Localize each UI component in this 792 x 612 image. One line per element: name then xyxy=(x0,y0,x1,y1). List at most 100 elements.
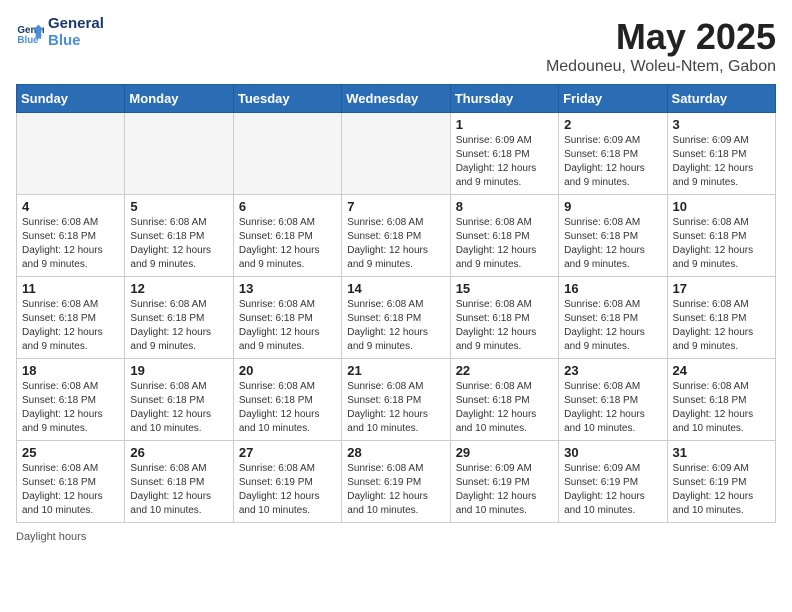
calendar-header-monday: Monday xyxy=(125,85,233,113)
calendar-cell: 13 Sunrise: 6:08 AM Sunset: 6:18 PM Dayli… xyxy=(233,277,341,359)
calendar-cell: 5 Sunrise: 6:08 AM Sunset: 6:18 PM Daylig… xyxy=(125,195,233,277)
day-number: 17 xyxy=(673,281,770,296)
day-number: 23 xyxy=(564,363,661,378)
calendar-week-row: 25 Sunrise: 6:08 AM Sunset: 6:18 PM Dayli… xyxy=(17,441,776,523)
calendar-cell: 23 Sunrise: 6:08 AM Sunset: 6:18 PM Dayli… xyxy=(559,359,667,441)
day-info: Sunrise: 6:08 AM Sunset: 6:18 PM Dayligh… xyxy=(22,462,119,518)
day-info: Sunrise: 6:08 AM Sunset: 6:18 PM Dayligh… xyxy=(347,216,444,272)
day-info: Sunrise: 6:08 AM Sunset: 6:18 PM Dayligh… xyxy=(22,216,119,272)
calendar-header-saturday: Saturday xyxy=(667,85,775,113)
day-number: 9 xyxy=(564,199,661,214)
day-number: 29 xyxy=(456,445,553,460)
day-info: Sunrise: 6:08 AM Sunset: 6:18 PM Dayligh… xyxy=(673,298,770,354)
day-info: Sunrise: 6:08 AM Sunset: 6:18 PM Dayligh… xyxy=(239,216,336,272)
day-info: Sunrise: 6:09 AM Sunset: 6:18 PM Dayligh… xyxy=(564,134,661,190)
calendar-header-thursday: Thursday xyxy=(450,85,558,113)
calendar-cell: 4 Sunrise: 6:08 AM Sunset: 6:18 PM Daylig… xyxy=(17,195,125,277)
calendar-cell: 21 Sunrise: 6:08 AM Sunset: 6:18 PM Dayli… xyxy=(342,359,450,441)
calendar-cell: 28Sunrise: 6:08 AM Sunset: 6:19 PM Dayli… xyxy=(342,441,450,523)
day-info: Sunrise: 6:08 AM Sunset: 6:18 PM Dayligh… xyxy=(564,216,661,272)
calendar-cell: 8 Sunrise: 6:08 AM Sunset: 6:18 PM Daylig… xyxy=(450,195,558,277)
day-number: 8 xyxy=(456,199,553,214)
calendar-cell: 25 Sunrise: 6:08 AM Sunset: 6:18 PM Dayli… xyxy=(17,441,125,523)
day-number: 22 xyxy=(456,363,553,378)
calendar-cell: 27Sunrise: 6:08 AM Sunset: 6:19 PM Dayli… xyxy=(233,441,341,523)
day-info: Sunrise: 6:08 AM Sunset: 6:19 PM Dayligh… xyxy=(347,462,444,518)
logo: General Blue General Blue xyxy=(16,16,104,49)
calendar-cell: 29Sunrise: 6:09 AM Sunset: 6:19 PM Dayli… xyxy=(450,441,558,523)
month-title: May 2025 xyxy=(546,16,776,58)
day-number: 20 xyxy=(239,363,336,378)
day-info: Sunrise: 6:08 AM Sunset: 6:18 PM Dayligh… xyxy=(239,380,336,436)
day-info: Sunrise: 6:08 AM Sunset: 6:19 PM Dayligh… xyxy=(239,462,336,518)
day-number: 6 xyxy=(239,199,336,214)
day-number: 15 xyxy=(456,281,553,296)
day-info: Sunrise: 6:08 AM Sunset: 6:18 PM Dayligh… xyxy=(130,380,227,436)
day-info: Sunrise: 6:08 AM Sunset: 6:18 PM Dayligh… xyxy=(130,462,227,518)
day-number: 13 xyxy=(239,281,336,296)
day-info: Sunrise: 6:08 AM Sunset: 6:18 PM Dayligh… xyxy=(239,298,336,354)
calendar-week-row: 1 Sunrise: 6:09 AM Sunset: 6:18 PM Daylig… xyxy=(17,113,776,195)
day-info: Sunrise: 6:08 AM Sunset: 6:18 PM Dayligh… xyxy=(673,380,770,436)
day-number: 2 xyxy=(564,117,661,132)
calendar-cell: 14Sunrise: 6:08 AM Sunset: 6:18 PM Dayli… xyxy=(342,277,450,359)
location-title: Medouneu, Woleu-Ntem, Gabon xyxy=(546,58,776,76)
day-number: 14 xyxy=(347,281,444,296)
day-number: 25 xyxy=(22,445,119,460)
calendar-cell: 22 Sunrise: 6:08 AM Sunset: 6:18 PM Dayli… xyxy=(450,359,558,441)
day-info: Sunrise: 6:08 AM Sunset: 6:18 PM Dayligh… xyxy=(564,298,661,354)
footer-note: Daylight hours xyxy=(16,531,776,543)
day-info: Sunrise: 6:08 AM Sunset: 6:18 PM Dayligh… xyxy=(456,216,553,272)
calendar-cell: 2 Sunrise: 6:09 AM Sunset: 6:18 PM Daylig… xyxy=(559,113,667,195)
day-number: 4 xyxy=(22,199,119,214)
calendar-cell: 11 Sunrise: 6:08 AM Sunset: 6:18 PM Dayli… xyxy=(17,277,125,359)
logo-general: General xyxy=(48,16,104,33)
calendar-cell xyxy=(17,113,125,195)
calendar-cell xyxy=(342,113,450,195)
day-info: Sunrise: 6:08 AM Sunset: 6:18 PM Dayligh… xyxy=(347,380,444,436)
calendar-cell: 18Sunrise: 6:08 AM Sunset: 6:18 PM Dayli… xyxy=(17,359,125,441)
day-number: 5 xyxy=(130,199,227,214)
day-number: 18 xyxy=(22,363,119,378)
day-info: Sunrise: 6:08 AM Sunset: 6:18 PM Dayligh… xyxy=(456,380,553,436)
day-number: 1 xyxy=(456,117,553,132)
calendar-header-wednesday: Wednesday xyxy=(342,85,450,113)
calendar-cell: 15 Sunrise: 6:08 AM Sunset: 6:18 PM Dayli… xyxy=(450,277,558,359)
calendar-cell: 26 Sunrise: 6:08 AM Sunset: 6:18 PM Dayli… xyxy=(125,441,233,523)
day-number: 19 xyxy=(130,363,227,378)
day-number: 24 xyxy=(673,363,770,378)
calendar-table: SundayMondayTuesdayWednesdayThursdayFrid… xyxy=(16,84,776,523)
day-info: Sunrise: 6:08 AM Sunset: 6:18 PM Dayligh… xyxy=(22,298,119,354)
day-number: 11 xyxy=(22,281,119,296)
logo-blue: Blue xyxy=(48,33,104,50)
calendar-week-row: 18 Sunrise: 6:08 AM Sunset: 6:18 PM Dayli… xyxy=(17,359,776,441)
day-number: 12 xyxy=(130,281,227,296)
day-number: 16 xyxy=(564,281,661,296)
day-info: Sunrise: 6:08 AM Sunset: 6:18 PM Dayligh… xyxy=(456,298,553,354)
calendar-cell: 19 Sunrise: 6:08 AM Sunset: 6:18 PM Dayli… xyxy=(125,359,233,441)
calendar-header-friday: Friday xyxy=(559,85,667,113)
title-area: May 2025 Medouneu, Woleu-Ntem, Gabon xyxy=(546,16,776,76)
day-info: Sunrise: 6:09 AM Sunset: 6:18 PM Dayligh… xyxy=(456,134,553,190)
calendar-cell: 24 Sunrise: 6:08 AM Sunset: 6:18 PM Dayli… xyxy=(667,359,775,441)
calendar-cell: 30Sunrise: 6:09 AM Sunset: 6:19 PM Dayli… xyxy=(559,441,667,523)
day-number: 21 xyxy=(347,363,444,378)
calendar-cell xyxy=(125,113,233,195)
calendar-cell: 16 Sunrise: 6:08 AM Sunset: 6:18 PM Dayli… xyxy=(559,277,667,359)
calendar-week-row: 4 Sunrise: 6:08 AM Sunset: 6:18 PM Daylig… xyxy=(17,195,776,277)
day-info: Sunrise: 6:09 AM Sunset: 6:19 PM Dayligh… xyxy=(564,462,661,518)
calendar-header-tuesday: Tuesday xyxy=(233,85,341,113)
calendar-cell: 10 Sunrise: 6:08 AM Sunset: 6:18 PM Dayli… xyxy=(667,195,775,277)
calendar-cell: 17 Sunrise: 6:08 AM Sunset: 6:18 PM Dayli… xyxy=(667,277,775,359)
day-info: Sunrise: 6:08 AM Sunset: 6:18 PM Dayligh… xyxy=(673,216,770,272)
day-number: 3 xyxy=(673,117,770,132)
day-info: Sunrise: 6:08 AM Sunset: 6:18 PM Dayligh… xyxy=(130,216,227,272)
day-number: 7 xyxy=(347,199,444,214)
day-info: Sunrise: 6:09 AM Sunset: 6:19 PM Dayligh… xyxy=(673,462,770,518)
day-info: Sunrise: 6:08 AM Sunset: 6:18 PM Dayligh… xyxy=(564,380,661,436)
calendar-header-row: SundayMondayTuesdayWednesdayThursdayFrid… xyxy=(17,85,776,113)
calendar-cell: 6 Sunrise: 6:08 AM Sunset: 6:18 PM Daylig… xyxy=(233,195,341,277)
day-number: 26 xyxy=(130,445,227,460)
calendar-cell: 31Sunrise: 6:09 AM Sunset: 6:19 PM Dayli… xyxy=(667,441,775,523)
day-number: 10 xyxy=(673,199,770,214)
